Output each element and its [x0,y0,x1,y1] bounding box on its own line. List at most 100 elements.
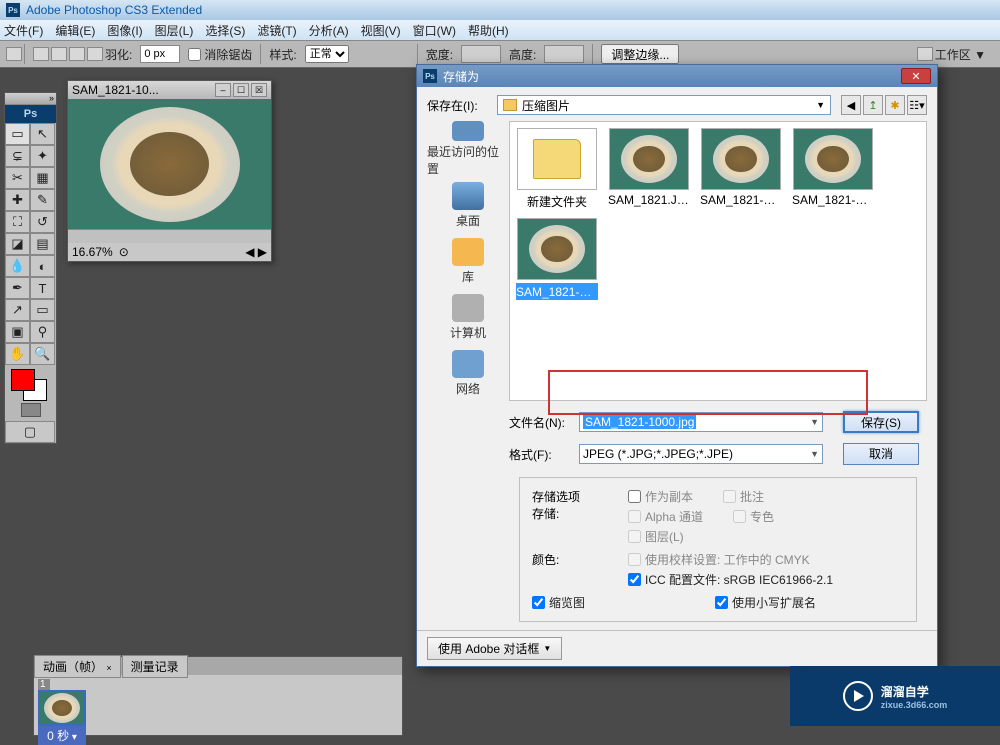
save-options-group: 存储选项 存储: 作为副本 批注 Alpha 通道 专色 图层(L) 颜色: [519,477,917,622]
opt-layers: 图层(L) [628,528,774,545]
hand-tool[interactable]: ✋ [5,343,30,365]
eraser-tool[interactable]: ◪ [5,233,30,255]
opt-ascopy[interactable]: 作为副本 [628,488,693,505]
viewmenu-btn[interactable]: ☷▾ [907,95,927,115]
up-btn[interactable]: ↥ [863,95,883,115]
file-item[interactable]: SAM_1821-100... [700,128,782,210]
menu-view[interactable]: 视图(V) [361,22,401,39]
frame-1[interactable]: 1 0 秒 ▾ [38,679,94,731]
menu-select[interactable]: 选择(S) [205,22,245,39]
file-list[interactable]: 新建文件夹 SAM_1821.JPG SAM_1821-100... SAM_1… [509,121,927,401]
type-tool[interactable]: T [30,277,55,299]
menu-filter[interactable]: 滤镜(T) [257,22,296,39]
format-label: 格式(F): [509,446,579,463]
doc-maximize-btn[interactable]: ☐ [233,83,249,97]
document-canvas[interactable] [68,99,271,229]
menu-edit[interactable]: 编辑(E) [55,22,95,39]
folder-icon [533,139,581,179]
document-title: SAM_1821-10... [72,83,213,97]
dialog-close-btn[interactable]: ✕ [901,68,931,84]
marquee-tool[interactable]: ▭ [5,123,30,145]
sel-sub-icon[interactable] [69,47,85,61]
file-item[interactable]: SAM_1821-低.jpg [516,218,598,300]
zoom-level[interactable]: 16.67% [72,245,113,259]
save-button[interactable]: 保存(S) [843,411,919,433]
notes-tool[interactable]: ▣ [5,321,30,343]
newfolder-btn[interactable]: ✱ [885,95,905,115]
tab-animation[interactable]: 动画（帧） × [34,655,121,678]
play-icon [843,681,873,711]
doc-scroll-h[interactable] [68,229,271,243]
dialog-titlebar[interactable]: Ps 存储为 ✕ [417,65,937,87]
menu-layer[interactable]: 图层(L) [155,22,194,39]
lasso-tool[interactable]: ⊊ [5,145,30,167]
opts-color-label: 颜色: [532,551,628,588]
menu-help[interactable]: 帮助(H) [468,22,509,39]
use-adobe-dialog-btn[interactable]: 使用 Adobe 对话框▼ [427,637,562,660]
doc-close-btn[interactable]: ☒ [251,83,267,97]
history-brush-tool[interactable]: ↺ [30,211,55,233]
opt-lowerext[interactable]: 使用小写扩展名 [715,594,816,611]
filename-combo[interactable]: SAM_1821-1000.jpg ▼ [579,412,823,432]
marquee-options-icon[interactable] [6,47,22,61]
color-swatches[interactable] [5,365,56,399]
pen-tool[interactable]: ✒ [5,277,30,299]
lookin-label: 保存在(I): [427,97,497,114]
places-bar: 最近访问的位置 桌面 库 计算机 网络 [427,121,509,401]
crop-tool[interactable]: ✂ [5,167,30,189]
format-value: JPEG (*.JPG;*.JPEG;*.JPE) [583,447,733,461]
slice-tool[interactable]: ▦ [30,167,55,189]
brush-tool[interactable]: ✎ [30,189,55,211]
style-select[interactable]: 正常 [305,45,349,63]
dodge-tool[interactable]: ◐ [30,255,55,277]
zoom-tool[interactable]: 🔍 [30,343,55,365]
screenmode-btn[interactable]: ▢ [5,421,55,443]
workspace-menu[interactable]: 工作区 ▼ [935,46,986,63]
feather-input[interactable] [140,45,180,63]
doc-minimize-btn[interactable]: – [215,83,231,97]
filename-value[interactable]: SAM_1821-1000.jpg [583,415,696,429]
back-btn[interactable]: ◀ [841,95,861,115]
sel-add-icon[interactable] [51,47,67,61]
opt-icc[interactable]: ICC 配置文件: sRGB IEC61966-2.1 [628,571,833,588]
quickmask-toggle[interactable] [5,399,56,421]
lookin-combo[interactable]: 压缩图片 ▼ [497,95,831,115]
filename-label: 文件名(N): [509,414,579,431]
blur-tool[interactable]: 💧 [5,255,30,277]
bridge-icon[interactable] [917,47,933,61]
ps-icon: Ps [6,3,20,17]
move-tool[interactable]: ↖ [30,123,55,145]
sel-new-icon[interactable] [33,47,49,61]
toolbox: » Ps ▭↖ ⊊✦ ✂▦ ✚✎ ⛶↺ ◪▤ 💧◐ ✒T ↗▭ ▣⚲ ✋🔍 ▢ [4,92,57,444]
sel-int-icon[interactable] [87,47,103,61]
heal-tool[interactable]: ✚ [5,189,30,211]
menu-analysis[interactable]: 分析(A) [309,22,349,39]
place-desktop[interactable]: 桌面 [427,177,509,233]
menu-window[interactable]: 窗口(W) [413,22,456,39]
stamp-tool[interactable]: ⛶ [5,211,30,233]
shape-tool[interactable]: ▭ [30,299,55,321]
place-network[interactable]: 网络 [427,345,509,401]
file-item[interactable]: SAM_1821.JPG [608,128,690,210]
file-item[interactable]: 新建文件夹 [516,128,598,210]
path-tool[interactable]: ↗ [5,299,30,321]
antialias-check[interactable]: 消除锯齿 [188,46,252,63]
wand-tool[interactable]: ✦ [30,145,55,167]
watermark: 溜溜自学 zixue.3d66.com [790,666,1000,726]
cancel-button[interactable]: 取消 [843,443,919,465]
height-input[interactable] [544,45,584,63]
tab-measure[interactable]: 测量记录 [122,655,188,678]
place-recent[interactable]: 最近访问的位置 [427,121,509,177]
menu-image[interactable]: 图像(I) [107,22,142,39]
eyedropper-tool[interactable]: ⚲ [30,321,55,343]
width-input[interactable] [461,45,501,63]
place-library[interactable]: 库 [427,233,509,289]
place-computer[interactable]: 计算机 [427,289,509,345]
gradient-tool[interactable]: ▤ [30,233,55,255]
file-item[interactable]: SAM_1821-WE... [792,128,874,210]
menu-file[interactable]: 文件(F) [4,22,43,39]
refine-edge-button[interactable]: 调整边缘... [601,44,679,64]
format-combo[interactable]: JPEG (*.JPG;*.JPEG;*.JPE) ▼ [579,444,823,464]
foreground-color[interactable] [11,369,35,391]
opt-thumb[interactable]: 缩览图 [532,594,585,611]
